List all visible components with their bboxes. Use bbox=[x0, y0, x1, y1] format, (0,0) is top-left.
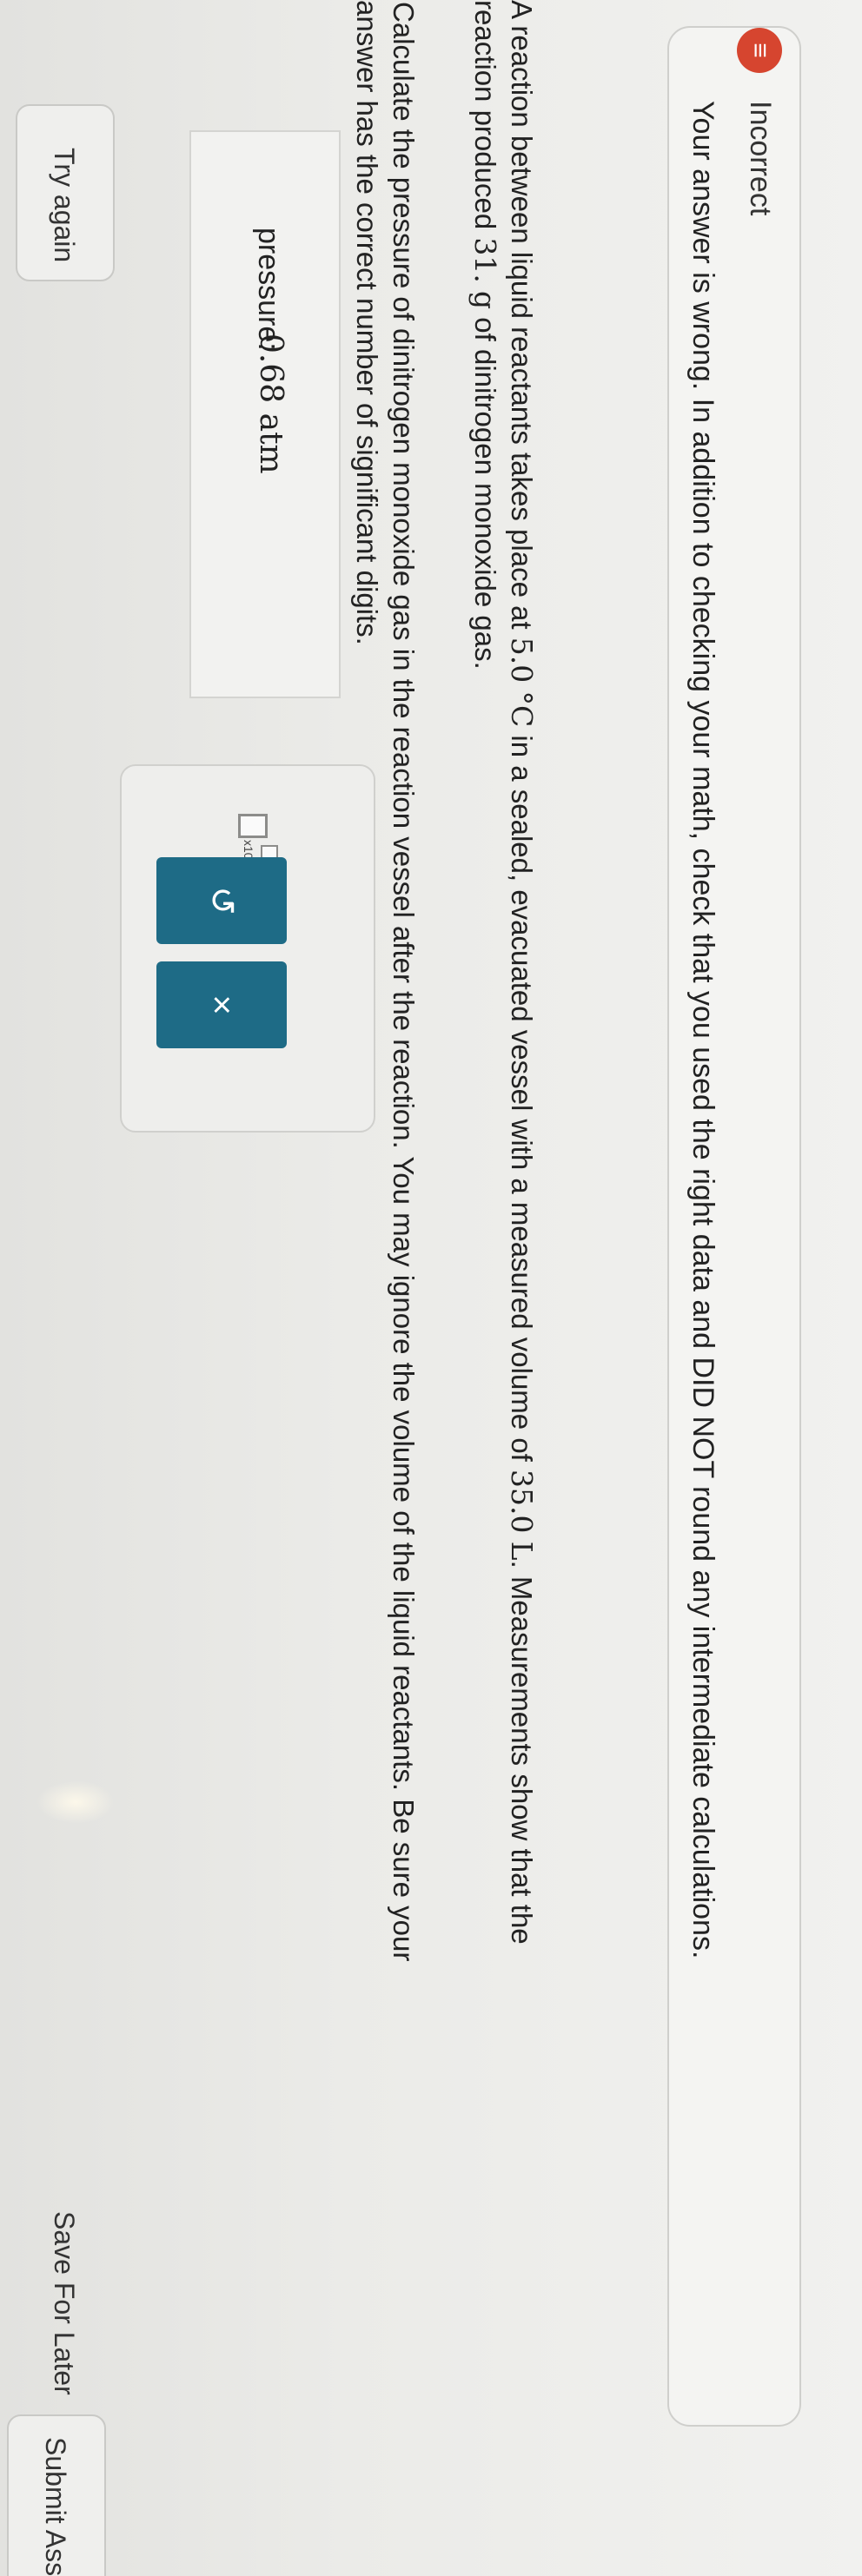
submit-label: Submit Assig bbox=[40, 2437, 71, 2576]
question-text-line-2: answer has the correct number of signifi… bbox=[351, 0, 383, 645]
problem-text: A reaction between liquid reactants take… bbox=[506, 0, 538, 637]
problem-text: of dinitrogen monoxide gas. bbox=[469, 309, 501, 670]
list-icon[interactable]: ≡ bbox=[737, 28, 782, 73]
assignment-page: ≡ Incorrect Your answer is wrong. In add… bbox=[0, 0, 862, 2576]
undo-button[interactable]: ↺ bbox=[156, 857, 287, 944]
pressure-label: pressure: bbox=[252, 228, 285, 351]
mass-unit: g bbox=[468, 291, 502, 310]
close-icon: × bbox=[202, 994, 241, 1015]
math-tools-panel: x10 ↺ × bbox=[120, 764, 375, 1133]
undo-icon: ↺ bbox=[202, 886, 241, 915]
temperature-unit: °C bbox=[505, 690, 539, 728]
submit-assignment-button[interactable]: Submit Assig bbox=[7, 2414, 106, 2576]
problem-text: in a sealed, evacuated vessel with a mea… bbox=[506, 727, 538, 1470]
incorrect-feedback-banner: ≡ Incorrect Your answer is wrong. In add… bbox=[667, 26, 801, 2427]
problem-text-line-2: reaction produced 31. g of dinitrogen mo… bbox=[467, 0, 502, 670]
mantissa-box-icon bbox=[238, 814, 268, 838]
save-for-later-button[interactable]: Save For Later bbox=[48, 2211, 80, 2395]
problem-text: reaction produced bbox=[469, 0, 501, 238]
mass-value: 31. bbox=[468, 237, 502, 283]
feedback-title: Incorrect bbox=[744, 101, 777, 216]
volume-unit: L bbox=[505, 1541, 539, 1561]
clear-button[interactable]: × bbox=[156, 961, 287, 1048]
problem-text-line-1: A reaction between liquid reactants take… bbox=[504, 0, 539, 1945]
feedback-message: Your answer is wrong. In addition to che… bbox=[686, 101, 719, 1959]
try-again-button[interactable]: Try again bbox=[16, 104, 115, 281]
pressure-answer-field[interactable]: 0.68 atm bbox=[253, 334, 288, 474]
volume-value: 35.0 bbox=[505, 1470, 539, 1534]
answer-input-area[interactable]: pressure: 0.68 atm bbox=[189, 130, 341, 698]
try-again-label: Try again bbox=[49, 148, 80, 263]
problem-text: . Measurements show that the bbox=[506, 1560, 538, 1945]
temperature-value: 5.0 bbox=[505, 637, 539, 684]
screen: ≡ Incorrect Your answer is wrong. In add… bbox=[0, 0, 862, 2576]
question-text-line-1: Calculate the pressure of dinitrogen mon… bbox=[388, 2, 420, 1962]
screen-glare bbox=[36, 1780, 115, 1824]
